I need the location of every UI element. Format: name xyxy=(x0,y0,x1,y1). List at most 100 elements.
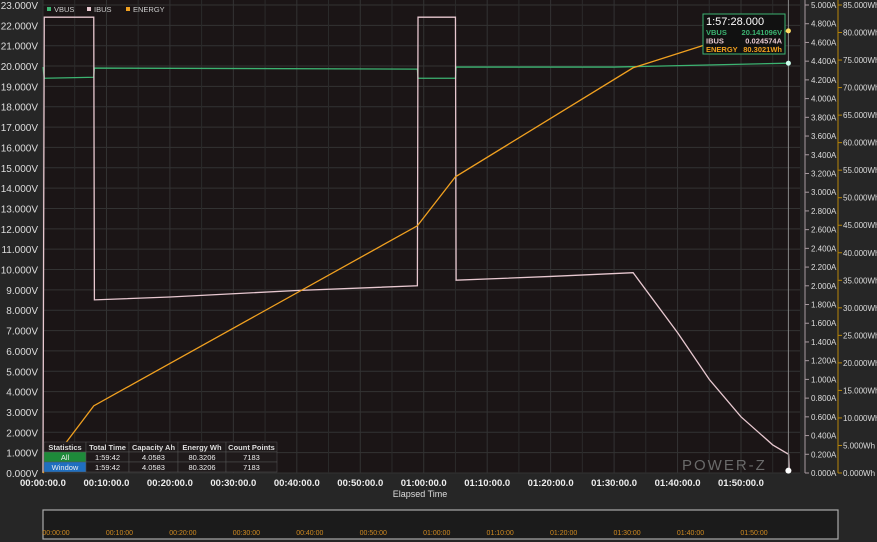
current-tick-label: 1.800A xyxy=(811,301,837,310)
stats-cell: 80.3206 xyxy=(188,463,215,472)
vbus-cursor-point xyxy=(785,60,791,66)
x-tick-label: 00:00:00.0 xyxy=(20,478,66,489)
energy-tick-label: 45.000Wh xyxy=(843,221,877,230)
statistics-table: Statistics Total Time Capacity Ah Energy Wh… xyxy=(43,441,278,473)
ibus-legend-label[interactable]: IBUS xyxy=(94,5,112,14)
navigator-tick-label: 01:50:00 xyxy=(740,530,767,537)
voltage-tick-label: 8.000V xyxy=(6,306,38,317)
vbus-legend-swatch[interactable] xyxy=(47,7,51,11)
current-tick-label: 4.400A xyxy=(811,57,837,66)
voltage-tick-label: 4.000V xyxy=(6,388,38,399)
stats-header: Energy Wh xyxy=(182,443,222,452)
voltage-tick-label: 9.000V xyxy=(6,286,38,297)
energy-tick-label: 40.000Wh xyxy=(843,249,877,258)
navigator-tick-label: 00:30:00 xyxy=(233,530,260,537)
plot-area xyxy=(43,0,800,473)
navigator-tick-label: 01:10:00 xyxy=(487,530,514,537)
navigator-tick-label: 01:40:00 xyxy=(677,530,704,537)
energy-tick-label: 30.000Wh xyxy=(843,304,877,313)
ibus-legend-swatch[interactable] xyxy=(87,7,91,11)
current-tick-label: 2.600A xyxy=(811,226,837,235)
stats-cell: 7183 xyxy=(243,453,260,462)
navigator-tick-label: 00:10:00 xyxy=(106,530,133,537)
tooltip-value: 80.3021Wh xyxy=(743,45,782,54)
energy-cursor-point xyxy=(785,28,791,34)
current-tick-label: 2.000A xyxy=(811,282,837,291)
voltage-tick-label: 2.000V xyxy=(6,428,38,439)
energy-tick-label: 55.000Wh xyxy=(843,166,877,175)
voltage-tick-label: 11.000V xyxy=(1,245,38,256)
voltage-tick-label: 13.000V xyxy=(1,204,39,215)
tooltip-time: 1:57:28.000 xyxy=(706,16,764,28)
energy-legend-swatch[interactable] xyxy=(126,7,130,11)
x-tick-label: 01:30:00.0 xyxy=(591,478,637,489)
voltage-tick-label: 22.000V xyxy=(1,21,39,32)
voltage-tick-label: 6.000V xyxy=(6,347,38,358)
stats-header: Capacity Ah xyxy=(132,443,175,452)
current-tick-label: 0.400A xyxy=(811,432,837,441)
current-tick-label: 1.400A xyxy=(811,338,837,347)
energy-tick-label: 50.000Wh xyxy=(843,194,877,203)
x-tick-label: 01:40:00.0 xyxy=(655,478,701,489)
energy-tick-label: 5.000Wh xyxy=(843,441,875,450)
current-tick-label: 5.000A xyxy=(811,1,837,10)
current-tick-label: 4.200A xyxy=(811,76,837,85)
navigator-tick-label: 01:30:00 xyxy=(613,530,640,537)
x-tick-label: 00:10:00.0 xyxy=(83,478,129,489)
current-tick-label: 1.000A xyxy=(811,375,837,384)
voltage-tick-label: 20.000V xyxy=(1,62,39,73)
stats-cell: Window xyxy=(52,463,79,472)
navigator-tick-label: 00:20:00 xyxy=(169,530,196,537)
voltage-tick-label: 14.000V xyxy=(1,184,39,195)
power-chart[interactable]: 0.000V1.000V2.000V3.000V4.000V5.000V6.00… xyxy=(0,0,877,542)
energy-tick-label: 35.000Wh xyxy=(843,276,877,285)
current-tick-label: 3.200A xyxy=(811,169,837,178)
stats-cell: 80.3206 xyxy=(188,453,215,462)
x-tick-label: 01:20:00.0 xyxy=(528,478,574,489)
energy-tick-label: 15.000Wh xyxy=(843,386,877,395)
tooltip-label: ENERGY xyxy=(706,45,738,54)
energy-tick-label: 60.000Wh xyxy=(843,139,877,148)
x-axis-label: Elapsed Time xyxy=(393,489,448,499)
current-tick-label: 4.800A xyxy=(811,20,837,29)
voltage-tick-label: 18.000V xyxy=(1,103,39,114)
stats-cell: 1:59:42 xyxy=(95,463,120,472)
voltage-tick-label: 5.000V xyxy=(6,367,38,378)
current-tick-label: 3.400A xyxy=(811,151,837,160)
vbus-legend-label[interactable]: VBUS xyxy=(54,5,74,14)
current-tick-label: 0.800A xyxy=(811,394,837,403)
voltage-tick-label: 12.000V xyxy=(1,225,39,236)
current-tick-label: 4.600A xyxy=(811,38,837,47)
energy-legend-label[interactable]: ENERGY xyxy=(133,5,165,14)
current-tick-label: 0.200A xyxy=(811,450,837,459)
voltage-tick-label: 10.000V xyxy=(1,266,39,277)
current-tick-label: 2.400A xyxy=(811,244,837,253)
current-tick-label: 2.800A xyxy=(811,207,837,216)
stats-cell: 1:59:42 xyxy=(95,453,120,462)
voltage-tick-label: 3.000V xyxy=(6,408,38,419)
current-tick-label: 3.800A xyxy=(811,113,837,122)
voltage-tick-label: 23.000V xyxy=(1,1,39,12)
navigator-tick-label: 01:00:00 xyxy=(423,530,450,537)
x-tick-label: 00:50:00.0 xyxy=(337,478,383,489)
energy-tick-label: 85.000Wh xyxy=(843,1,877,10)
voltage-tick-label: 16.000V xyxy=(1,143,39,154)
voltage-tick-label: 21.000V xyxy=(1,42,39,53)
power-z-logo: POWER-Z xyxy=(682,457,767,474)
x-tick-label: 00:30:00.0 xyxy=(210,478,256,489)
current-tick-label: 0.600A xyxy=(811,413,837,422)
current-tick-label: 1.600A xyxy=(811,319,837,328)
voltage-tick-label: 1.000V xyxy=(6,449,38,460)
energy-tick-label: 70.000Wh xyxy=(843,84,877,93)
energy-tick-label: 80.000Wh xyxy=(843,29,877,38)
stats-header: Count Points xyxy=(228,443,275,452)
current-tick-label: 3.600A xyxy=(811,132,837,141)
voltage-tick-label: 15.000V xyxy=(1,164,39,175)
energy-tick-label: 75.000Wh xyxy=(843,56,877,65)
current-tick-label: 2.200A xyxy=(811,263,837,272)
voltage-tick-label: 17.000V xyxy=(1,123,39,134)
current-tick-label: 3.000A xyxy=(811,188,837,197)
stats-cell: 4.0583 xyxy=(142,453,165,462)
x-tick-label: 00:40:00.0 xyxy=(274,478,320,489)
voltage-tick-label: 7.000V xyxy=(6,327,38,338)
